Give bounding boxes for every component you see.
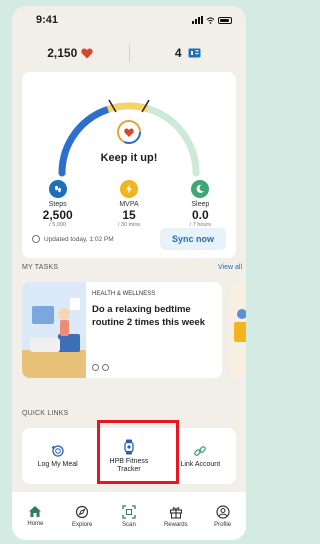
tickets-value: 4	[174, 46, 182, 60]
wifi-icon	[206, 16, 215, 24]
nav-label: Profile	[214, 521, 232, 528]
metric-label: Sleep	[191, 201, 210, 208]
home-icon	[29, 506, 42, 517]
header-row: 2,150 4	[12, 38, 246, 68]
metric-value: 2,500	[42, 208, 73, 222]
profile-icon	[215, 504, 230, 519]
metric-value: 15	[122, 208, 136, 222]
meal-icon	[51, 444, 64, 457]
nav-scan[interactable]: Scan	[106, 492, 153, 540]
tickets-counter[interactable]: 4	[130, 46, 247, 60]
app-screen: 9:41 2,150 4 Keep it up! Steps 2,500 / 5…	[12, 6, 246, 540]
points-counter[interactable]: 2,150	[12, 46, 129, 60]
ticket-icon	[188, 48, 201, 58]
status-time: 9:41	[36, 14, 59, 26]
nav-profile[interactable]: Profile	[199, 492, 246, 540]
highlight-box	[97, 420, 179, 484]
metric-sleep[interactable]: Sleep 0.0 / 7 hours	[165, 180, 236, 228]
scan-icon	[122, 504, 136, 519]
task-card-next[interactable]	[230, 282, 246, 378]
task-progress	[92, 364, 109, 371]
last-updated-text: Updated today, 1:02 PM	[44, 235, 114, 243]
heart-icon	[81, 48, 93, 58]
metrics-row: Steps 2,500 / 5,000 MVPA 15 / 30 mins Sl…	[22, 180, 236, 228]
signal-icon	[192, 16, 203, 24]
view-all-link[interactable]: View all	[218, 264, 242, 271]
task-category: HEALTH & WELLNESS	[92, 291, 156, 297]
metric-label: Steps	[48, 201, 67, 208]
last-updated: Updated today, 1:02 PM	[32, 235, 114, 243]
gift-icon	[169, 506, 182, 519]
progress-dot	[102, 364, 109, 371]
compass-icon	[76, 505, 89, 518]
nav-explore[interactable]: Explore	[59, 492, 106, 540]
lightning-icon	[119, 180, 138, 198]
points-value: 2,150	[47, 46, 78, 60]
quick-link-label: Link Account	[180, 460, 221, 468]
my-tasks-heading: MY TASKS	[22, 264, 59, 271]
bottom-nav: Home Explore Scan Rewards Profile	[12, 492, 246, 540]
quick-link-label: Log My Meal	[37, 460, 78, 468]
task-illustration	[230, 282, 246, 378]
metric-steps[interactable]: Steps 2,500 / 5,000	[22, 180, 93, 228]
gauge-title: Keep it up!	[100, 152, 158, 164]
nav-label: Scan	[122, 521, 136, 528]
metric-label: MVPA	[119, 201, 139, 208]
nav-home[interactable]: Home	[12, 492, 59, 540]
nav-label: Home	[27, 521, 44, 527]
nav-rewards[interactable]: Rewards	[152, 492, 199, 540]
activity-gauge	[58, 99, 200, 177]
task-title: Do a relaxing bedtime routine 2 times th…	[92, 304, 205, 328]
metric-mvpa[interactable]: MVPA 15 / 30 mins	[93, 180, 164, 228]
quick-links-heading: QUICK LINKS	[22, 410, 69, 417]
footsteps-icon	[48, 180, 67, 198]
bedtime-illustration	[22, 282, 86, 378]
nav-label: Rewards	[163, 521, 188, 528]
nav-label: Explore	[72, 521, 93, 528]
sync-row: Updated today, 1:02 PM Sync now	[32, 228, 226, 250]
task-card[interactable]: HEALTH & WELLNESS Do a relaxing bedtime …	[22, 282, 222, 378]
moon-icon	[191, 180, 210, 198]
metric-value: 0.0	[191, 208, 209, 222]
log-meal-link[interactable]: Log My Meal	[22, 428, 93, 484]
battery-icon	[218, 16, 232, 24]
sync-now-button[interactable]: Sync now	[159, 228, 226, 250]
status-icons	[192, 16, 232, 24]
progress-dot	[92, 364, 99, 371]
activity-summary-card: Keep it up! Steps 2,500 / 5,000 MVPA 15 …	[22, 72, 236, 258]
status-bar: 9:41	[12, 6, 246, 34]
link-icon	[194, 445, 207, 456]
clock-icon	[32, 235, 40, 243]
